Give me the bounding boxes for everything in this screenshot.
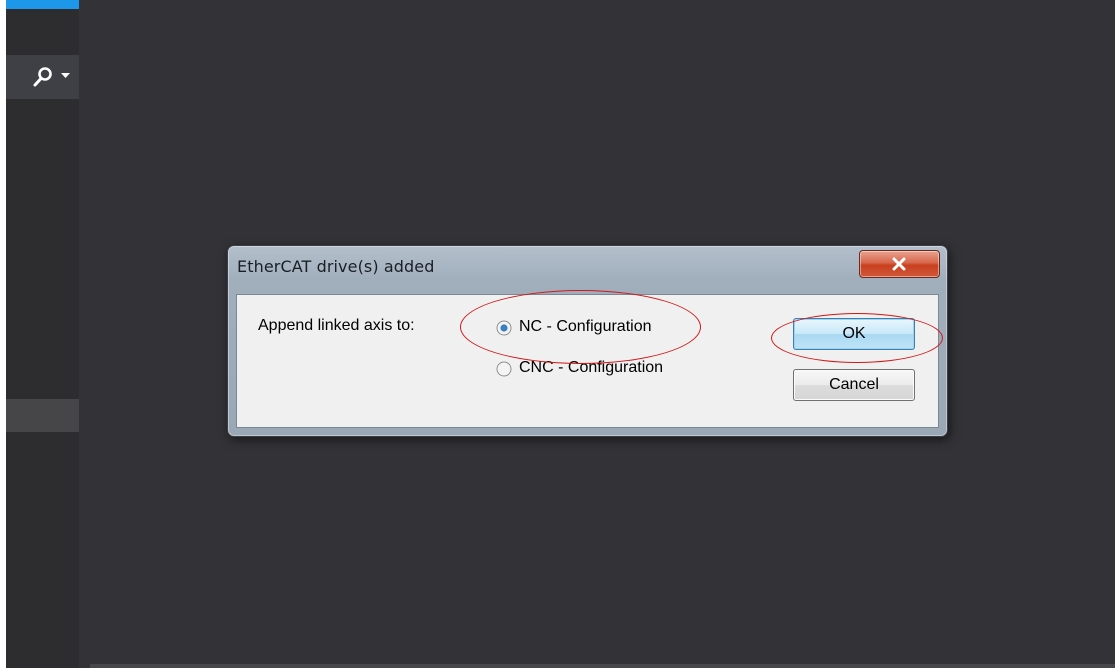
horizontal-scrollbar[interactable] bbox=[90, 664, 1115, 668]
close-button[interactable] bbox=[859, 250, 940, 278]
cancel-button[interactable]: Cancel bbox=[793, 369, 915, 401]
dialog-body: Append linked axis to: NC - Configuratio… bbox=[236, 294, 939, 428]
side-panel bbox=[6, 0, 79, 668]
nc-configuration-label[interactable]: NC - Configuration bbox=[519, 318, 652, 336]
cnc-configuration-label[interactable]: CNC - Configuration bbox=[519, 359, 663, 377]
active-tab-accent bbox=[6, 0, 79, 9]
radio-nc-configuration[interactable] bbox=[496, 320, 512, 336]
append-axis-label: Append linked axis to: bbox=[258, 317, 415, 334]
radio-cnc-configuration[interactable] bbox=[496, 361, 512, 377]
search-icon[interactable] bbox=[32, 66, 54, 88]
dropdown-icon[interactable] bbox=[61, 73, 70, 79]
selected-tree-row[interactable] bbox=[6, 399, 79, 432]
dialog-title: EtherCAT drive(s) added bbox=[237, 257, 435, 276]
ok-button[interactable]: OK bbox=[793, 318, 915, 350]
ethercat-dialog: EtherCAT drive(s) added Append linked ax… bbox=[227, 245, 948, 437]
close-icon bbox=[892, 257, 906, 271]
search-toolbar bbox=[6, 55, 79, 99]
